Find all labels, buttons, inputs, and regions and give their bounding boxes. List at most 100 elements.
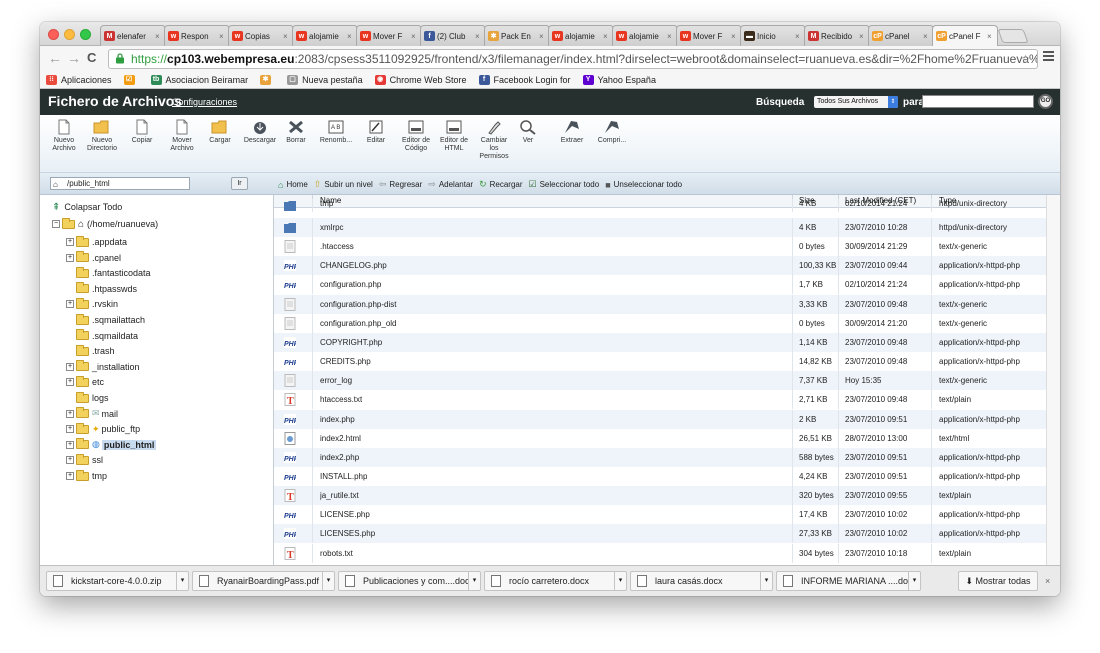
file-row[interactable]: PHP COPYRIGHT.php 1,14 KB 23/07/2010 09:48 a…	[274, 332, 1046, 352]
download-item[interactable]: Publicaciones y com....docx ▾	[338, 571, 481, 591]
toolbar-button-2[interactable]: Copiar	[122, 119, 162, 145]
close-tab-icon[interactable]: ×	[411, 32, 418, 41]
bookmark-3[interactable]: ✱	[260, 75, 275, 85]
close-window-button[interactable]	[48, 29, 59, 40]
nav-link-6[interactable]: ■ Unseleccionar todo	[605, 180, 682, 190]
bookmark-6[interactable]: f Facebook Login for	[478, 75, 571, 85]
toolbar-button-9[interactable]: Editor de Código	[396, 119, 436, 153]
file-row[interactable]: PHP LICENSES.php 27,33 KB 23/07/2010 10:02 a…	[274, 524, 1046, 544]
tree-item[interactable]: + .appdata	[66, 235, 127, 249]
show-all-downloads-button[interactable]: ⬇ Mostrar todas	[958, 571, 1038, 591]
forward-arrow-icon[interactable]: →	[67, 50, 81, 66]
tab-12[interactable]: cP cPanel ×	[868, 25, 934, 46]
file-row[interactable]: Trobots.txt 304 bytes 23/07/2010 10:18 text…	[274, 543, 1046, 563]
bookmark-0[interactable]: ⁝⁝ Aplicaciones	[46, 75, 112, 85]
search-scope-select[interactable]: Todos Sus Archivos ⇕	[814, 96, 898, 108]
download-menu-arrow-icon[interactable]: ▾	[468, 572, 480, 590]
path-go-button[interactable]: Ir	[231, 177, 248, 190]
toolbar-button-13[interactable]: Extraer	[552, 119, 592, 145]
close-tab-icon[interactable]: ×	[667, 32, 674, 41]
file-row[interactable]: xmlrpc 4 KB 23/07/2010 10:28 httpd/unix-dir…	[274, 218, 1046, 237]
tree-item[interactable]: logs	[76, 391, 109, 405]
chrome-menu-icon[interactable]	[1043, 51, 1054, 61]
collapse-all-link[interactable]: ⇞ Colapsar Todo	[52, 200, 122, 214]
download-item[interactable]: rocío carretero.docx ▾	[484, 571, 627, 591]
file-row[interactable]: PHP CHANGELOG.php 100,33 KB 23/07/2010 09:4…	[274, 256, 1046, 276]
tab-1[interactable]: w Respon ×	[164, 25, 230, 46]
file-row[interactable]: Tja_rutile.txt 320 bytes 23/07/2010 09:55 t…	[274, 486, 1046, 506]
tab-0[interactable]: Melenafer ×	[100, 25, 166, 46]
file-row[interactable]: Thtaccess.txt 2,71 KB 23/07/2010 09:48 text…	[274, 390, 1046, 410]
bookmark-5[interactable]: ◉ Chrome Web Store	[374, 75, 467, 85]
tree-item[interactable]: .htpasswds	[76, 282, 137, 296]
toolbar-button-4[interactable]: Cargar	[200, 119, 240, 145]
nav-link-2[interactable]: ⇦ Regresar	[379, 179, 422, 190]
file-row[interactable]: .htaccess 0 bytes 30/09/2014 21:29 text/x-g…	[274, 237, 1046, 257]
settings-link[interactable]: Configuraciones	[172, 97, 237, 107]
download-menu-arrow-icon[interactable]: ▾	[614, 572, 626, 590]
toolbar-button-7[interactable]: A B Renomb...	[316, 119, 356, 145]
file-row[interactable]: PHP CREDITS.php 14,82 KB 23/07/2010 09:48 ap…	[274, 352, 1046, 372]
toolbar-button-3[interactable]: Mover Archivo	[162, 119, 202, 153]
bookmark-2[interactable]: tb Asociacion Beiramar	[150, 75, 248, 85]
download-menu-arrow-icon[interactable]: ▾	[176, 572, 188, 590]
nav-link-5[interactable]: ☑ Seleccionar todo	[529, 179, 600, 190]
reload-icon[interactable]: C	[87, 50, 96, 65]
download-menu-arrow-icon[interactable]: ▾	[908, 572, 920, 590]
tab-6[interactable]: ✱ Pack En ×	[484, 25, 550, 46]
download-menu-arrow-icon[interactable]: ▾	[760, 572, 772, 590]
tree-item[interactable]: + tmp	[66, 469, 107, 483]
close-tab-icon[interactable]: ×	[859, 32, 866, 41]
star-icon[interactable]: ☆	[1020, 50, 1031, 68]
tab-3[interactable]: w alojamie ×	[292, 25, 358, 46]
tree-item[interactable]: + ✉ mail	[66, 407, 118, 421]
bookmark-7[interactable]: Y Yahoo España	[582, 75, 656, 85]
download-item[interactable]: laura casás.docx ▾	[630, 571, 773, 591]
tab-8[interactable]: w alojamie ×	[612, 25, 678, 46]
file-row[interactable]: index2.html 26,51 KB 28/07/2010 13:00 text/…	[274, 428, 1046, 448]
tab-2[interactable]: w Copias ×	[228, 25, 294, 46]
tree-item[interactable]: .sqmailattach	[76, 313, 145, 327]
nav-link-0[interactable]: ⌂ Home	[278, 180, 308, 190]
bookmark-1[interactable]: ☑	[123, 75, 139, 85]
close-tab-icon[interactable]: ×	[539, 32, 546, 41]
tab-5[interactable]: f (2) Club ×	[420, 25, 486, 46]
url-bar[interactable]: https://cp103.webempresa.eu:2083/cpsess3…	[108, 49, 1038, 69]
tab-13[interactable]: cP cPanel F ×	[932, 25, 998, 46]
tree-item[interactable]: .fantasticodata	[76, 266, 151, 280]
file-row[interactable]: PHP INSTALL.php 4,24 KB 23/07/2010 09:51 app…	[274, 466, 1046, 486]
toolbar-button-0[interactable]: Nuevo Archivo	[44, 119, 84, 153]
collapse-toggle-icon[interactable]: −	[52, 220, 60, 228]
close-tab-icon[interactable]: ×	[603, 32, 610, 41]
new-tab-button[interactable]	[997, 29, 1029, 43]
toolbar-button-12[interactable]: Ver	[508, 119, 548, 145]
expand-toggle-icon[interactable]: +	[66, 378, 74, 387]
nav-link-1[interactable]: ⇧ Subir un nivel	[314, 179, 373, 190]
file-row[interactable]: PHP index.php 2 KB 23/07/2010 09:51 applicat…	[274, 409, 1046, 429]
maximize-window-button[interactable]	[80, 29, 91, 40]
download-item[interactable]: RyanairBoardingPass.pdf ▾	[192, 571, 335, 591]
tree-item[interactable]: .trash	[76, 344, 115, 358]
tree-item[interactable]: + ✦ public_ftp	[66, 422, 140, 436]
tree-item[interactable]: + .rvskin	[66, 297, 118, 311]
download-menu-arrow-icon[interactable]: ▾	[322, 572, 334, 590]
tree-item[interactable]: + ssl	[66, 453, 103, 467]
expand-toggle-icon[interactable]: +	[66, 440, 74, 449]
download-item[interactable]: kickstart-core-4.0.0.zip ▾	[46, 571, 189, 591]
toolbar-button-1[interactable]: Nuevo Directorio	[82, 119, 122, 153]
expand-toggle-icon[interactable]: +	[66, 409, 74, 418]
tree-item[interactable]: + etc	[66, 375, 104, 389]
expand-toggle-icon[interactable]: +	[66, 456, 74, 465]
scrollbar[interactable]	[1046, 195, 1060, 565]
nav-link-4[interactable]: ↻ Recargar	[479, 179, 522, 190]
expand-toggle-icon[interactable]: +	[66, 300, 74, 309]
file-row[interactable]: PHP index2.php 588 bytes 23/07/2010 09:51 ap…	[274, 447, 1046, 467]
file-row[interactable]: configuration.php_old 0 bytes 30/09/2014 2…	[274, 313, 1046, 333]
tab-10[interactable]: ▬ Inicio ×	[740, 25, 806, 46]
close-tab-icon[interactable]: ×	[795, 32, 802, 41]
path-input[interactable]: ⌂ /public_html	[50, 177, 190, 190]
download-item[interactable]: INFORME MARIANA ....doc ▾	[776, 571, 921, 591]
tab-9[interactable]: w Mover F ×	[676, 25, 742, 46]
close-tab-icon[interactable]: ×	[155, 32, 162, 41]
bookmark-4[interactable]: ▢ Nueva pestaña	[287, 75, 363, 85]
